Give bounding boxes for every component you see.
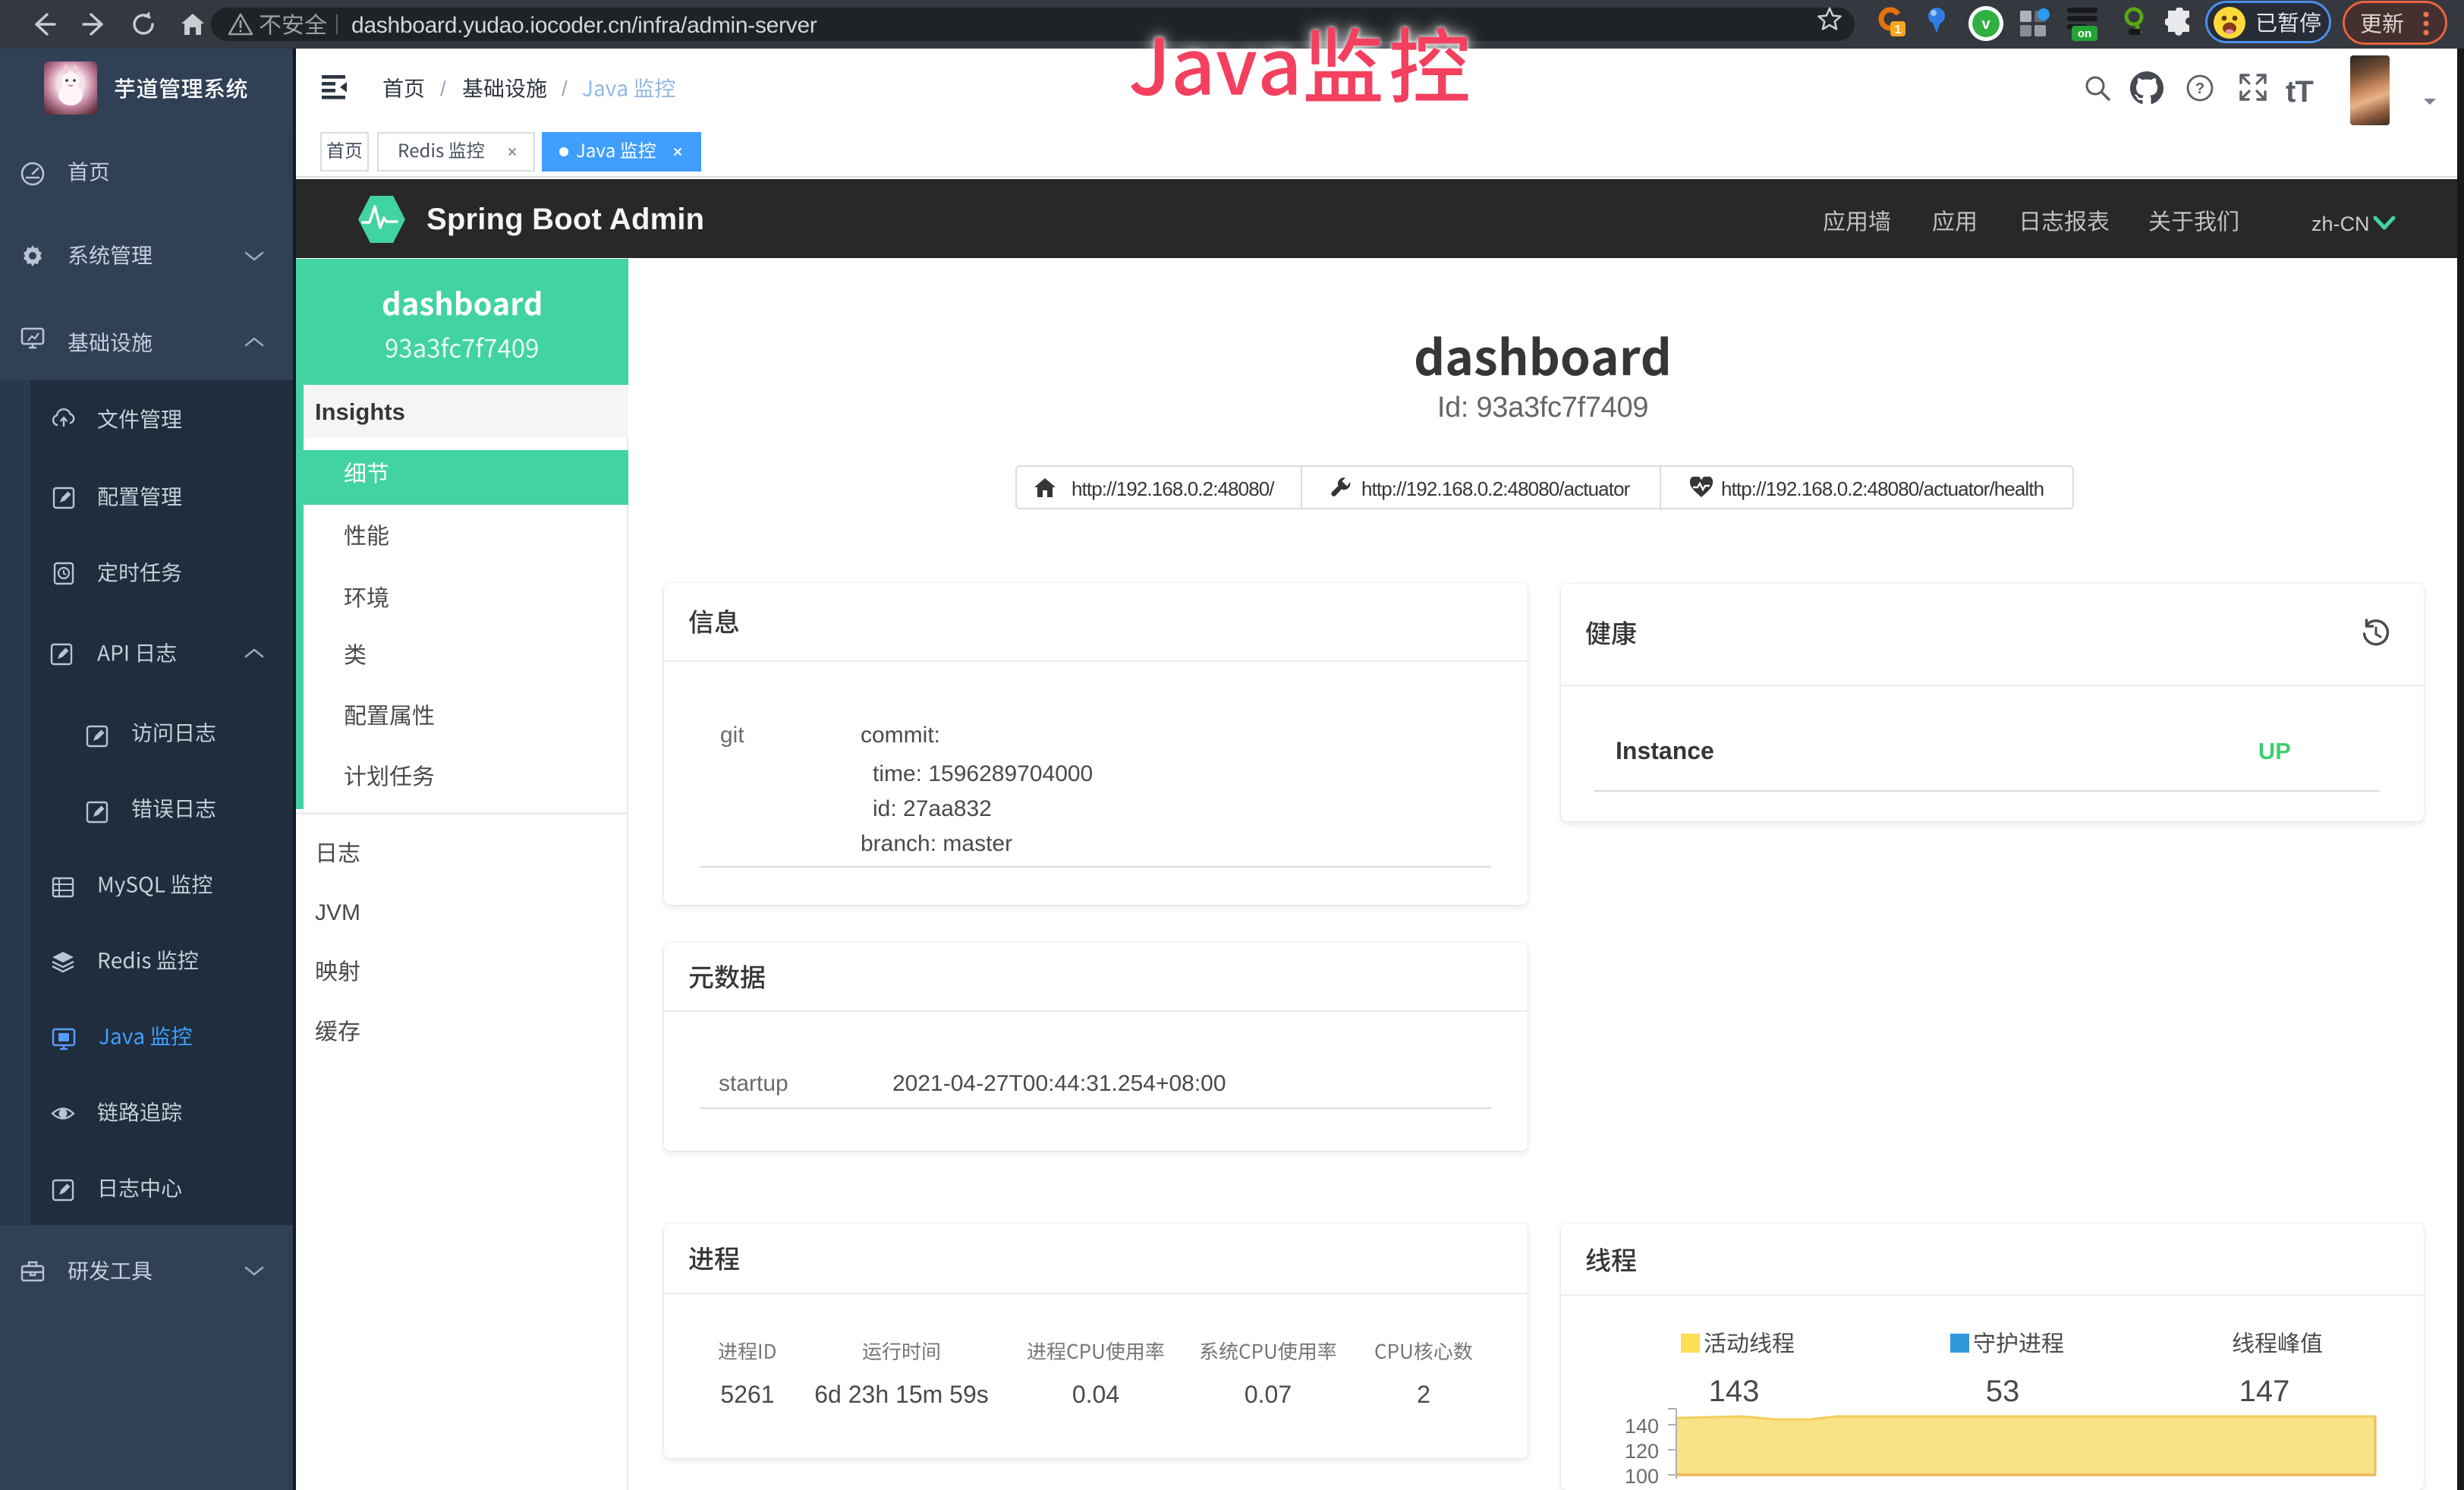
svg-text:1: 1: [1895, 24, 1902, 36]
svg-text:on: on: [2078, 27, 2091, 40]
svg-text:?: ?: [2195, 80, 2204, 97]
svg-text:v: v: [1981, 16, 1990, 33]
